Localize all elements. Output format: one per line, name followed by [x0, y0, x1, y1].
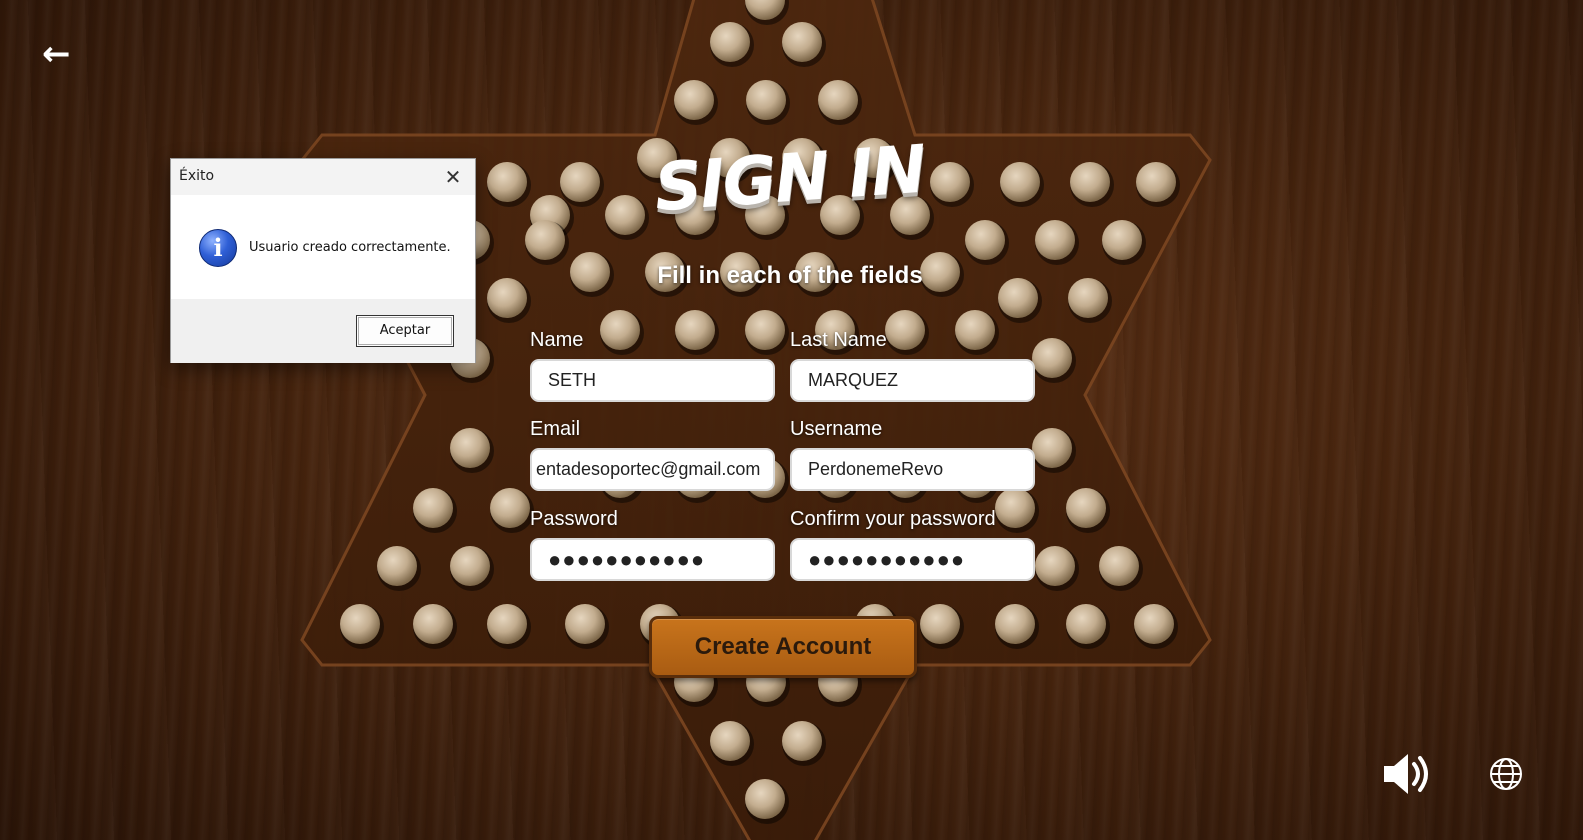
confirm-password-field[interactable]: ●●●●●●●●●●● — [790, 538, 1035, 581]
peg — [955, 310, 995, 350]
password-field[interactable]: ●●●●●●●●●●● — [530, 538, 775, 581]
peg — [487, 604, 527, 644]
peg — [450, 428, 490, 468]
peg — [340, 604, 380, 644]
peg — [995, 604, 1035, 644]
peg — [413, 604, 453, 644]
peg — [818, 80, 858, 120]
dialog-titlebar: Éxito ✕ — [171, 159, 475, 195]
email-label: Email — [530, 418, 581, 440]
confirm-password-label: Confirm your password — [790, 508, 996, 530]
name-field[interactable]: SETH — [530, 359, 775, 402]
back-arrow-icon[interactable]: ← — [42, 36, 82, 72]
password-label: Password — [530, 508, 618, 530]
peg — [746, 80, 786, 120]
peg — [450, 546, 490, 586]
last-name-field[interactable]: MARQUEZ — [790, 359, 1035, 402]
email-field[interactable]: entadesoportec@gmail.com — [530, 448, 775, 491]
peg — [1032, 428, 1072, 468]
peg — [413, 488, 453, 528]
peg — [965, 220, 1005, 260]
username-field[interactable]: PerdonemeRevo — [790, 448, 1035, 491]
peg — [1102, 220, 1142, 260]
peg — [1066, 488, 1106, 528]
peg — [1099, 546, 1139, 586]
peg — [1066, 604, 1106, 644]
success-dialog: Éxito ✕ i Usuario creado correctamente. … — [170, 158, 476, 363]
dialog-title: Éxito — [179, 168, 215, 184]
dialog-footer: Aceptar — [171, 299, 475, 363]
create-account-button[interactable]: Create Account — [649, 616, 917, 678]
peg — [605, 195, 645, 235]
peg — [1035, 546, 1075, 586]
last-name-label: Last Name — [790, 329, 887, 351]
peg — [745, 310, 785, 350]
peg — [1136, 162, 1176, 202]
close-icon[interactable]: ✕ — [439, 163, 467, 191]
peg — [710, 721, 750, 761]
peg — [487, 278, 527, 318]
globe-icon[interactable] — [1488, 756, 1524, 792]
speaker-icon[interactable] — [1382, 752, 1432, 796]
peg — [560, 162, 600, 202]
peg — [674, 80, 714, 120]
dialog-message: Usuario creado correctamente. — [249, 240, 451, 255]
peg — [1068, 278, 1108, 318]
peg — [1070, 162, 1110, 202]
name-label: Name — [530, 329, 584, 351]
accept-button[interactable]: Aceptar — [356, 315, 454, 347]
peg — [487, 162, 527, 202]
star-board-shape — [300, 0, 1212, 840]
info-icon: i — [199, 229, 237, 267]
peg — [995, 488, 1035, 528]
peg — [565, 604, 605, 644]
peg — [377, 546, 417, 586]
page-subtitle: Fill in each of the fields — [657, 262, 923, 289]
username-label: Username — [790, 418, 883, 440]
peg — [920, 604, 960, 644]
peg — [885, 310, 925, 350]
peg — [745, 779, 785, 819]
peg — [782, 721, 822, 761]
peg — [1000, 162, 1040, 202]
peg — [600, 310, 640, 350]
peg — [675, 310, 715, 350]
peg — [710, 22, 750, 62]
peg — [1035, 220, 1075, 260]
peg — [525, 220, 565, 260]
peg — [1134, 604, 1174, 644]
peg — [1032, 338, 1072, 378]
peg — [998, 278, 1038, 318]
dialog-body: i Usuario creado correctamente. — [171, 195, 475, 299]
peg — [782, 22, 822, 62]
peg — [490, 488, 530, 528]
